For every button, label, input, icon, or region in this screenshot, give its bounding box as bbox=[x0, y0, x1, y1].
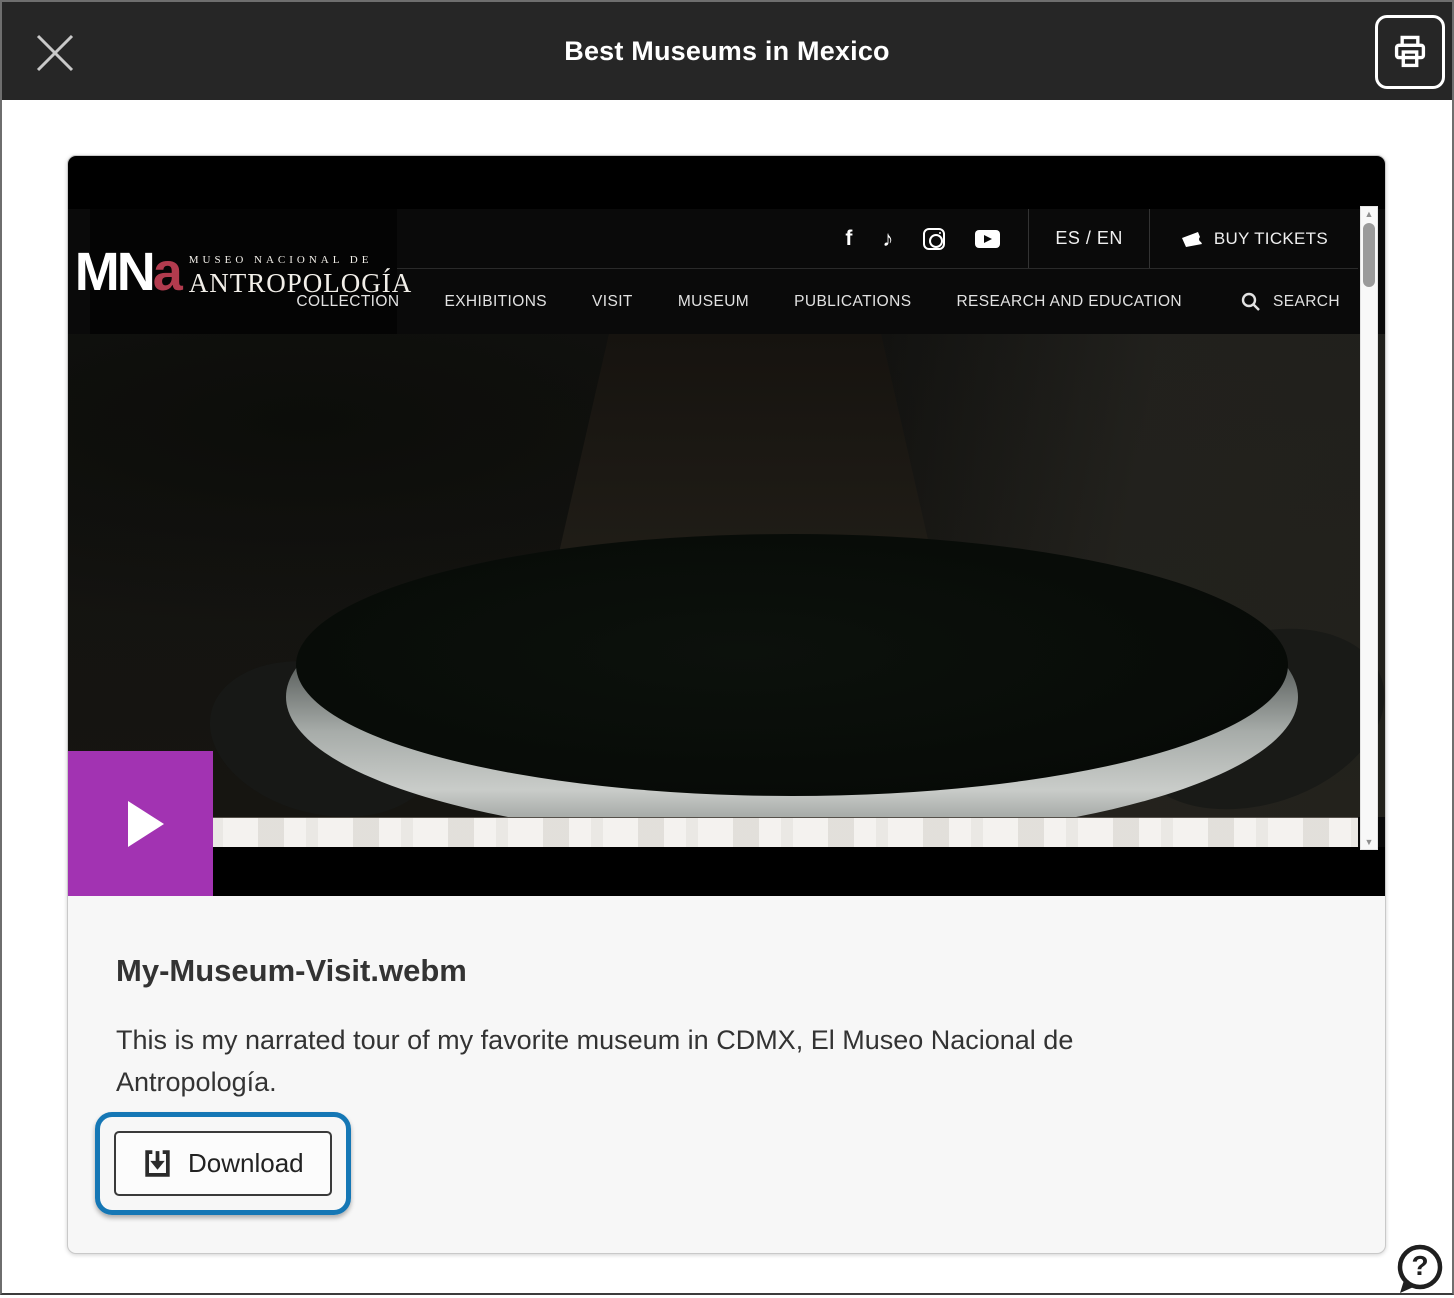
scroll-up-icon[interactable]: ▲ bbox=[1365, 207, 1374, 221]
scrollbar-thumb[interactable] bbox=[1363, 223, 1375, 287]
svg-text:?: ? bbox=[1411, 1250, 1428, 1281]
site-scrollbar[interactable]: ▲ ▼ bbox=[1360, 206, 1378, 850]
website-screenshot: MNa MUSEO NACIONAL DE ANTROPOLOGÍA f ♪ E… bbox=[68, 209, 1385, 847]
logo-mark: MNa bbox=[75, 245, 183, 299]
modal-title: Best Museums in Mexico bbox=[564, 36, 890, 67]
fountain-pond bbox=[296, 534, 1288, 796]
search-label: SEARCH bbox=[1273, 293, 1340, 311]
close-button[interactable] bbox=[32, 30, 78, 76]
museum-logo: MNa MUSEO NACIONAL DE ANTROPOLOGÍA bbox=[90, 209, 397, 334]
museum-courtyard-image bbox=[68, 334, 1385, 817]
download-icon bbox=[142, 1148, 173, 1179]
scroll-down-icon[interactable]: ▼ bbox=[1365, 835, 1374, 849]
modal-header: Best Museums in Mexico bbox=[2, 2, 1452, 100]
nav-item-collection[interactable]: COLLECTION bbox=[296, 293, 399, 311]
download-button[interactable]: Download bbox=[114, 1131, 332, 1196]
stone-column bbox=[556, 334, 934, 566]
site-utility-bar: f ♪ ES / EN BUY TICKETS bbox=[397, 209, 1358, 269]
site-footer-strip bbox=[68, 817, 1358, 847]
media-card: MNa MUSEO NACIONAL DE ANTROPOLOGÍA f ♪ E… bbox=[67, 155, 1386, 1254]
file-description: This is my narrated tour of my favorite … bbox=[116, 1019, 1166, 1103]
nav-item-visit[interactable]: VISIT bbox=[592, 293, 633, 311]
logo-line1: MUSEO NACIONAL DE bbox=[189, 254, 413, 266]
nav-item-publications[interactable]: PUBLICATIONS bbox=[794, 293, 911, 311]
download-label: Download bbox=[188, 1148, 304, 1179]
help-icon: ? bbox=[1392, 1241, 1446, 1295]
nav-item-exhibitions[interactable]: EXHIBITIONS bbox=[444, 293, 547, 311]
instagram-icon[interactable] bbox=[923, 228, 945, 250]
site-nav: COLLECTION EXHIBITIONS VISIT MUSEUM PUBL… bbox=[397, 269, 1358, 334]
file-name: My-Museum-Visit.webm bbox=[116, 953, 1337, 989]
file-info: My-Museum-Visit.webm This is my narrated… bbox=[68, 896, 1385, 1253]
help-button[interactable]: ? bbox=[1392, 1241, 1446, 1295]
buy-tickets-label: BUY TICKETS bbox=[1214, 229, 1328, 249]
logo-a: a bbox=[153, 242, 183, 302]
language-toggle[interactable]: ES / EN bbox=[1029, 209, 1149, 268]
social-links: f ♪ bbox=[817, 209, 1028, 268]
tiktok-icon[interactable]: ♪ bbox=[882, 226, 893, 252]
nav-item-museum[interactable]: MUSEUM bbox=[678, 293, 749, 311]
youtube-icon[interactable] bbox=[975, 230, 1000, 248]
video-preview[interactable]: MNa MUSEO NACIONAL DE ANTROPOLOGÍA f ♪ E… bbox=[68, 156, 1385, 896]
play-button[interactable] bbox=[68, 751, 213, 896]
facebook-icon[interactable]: f bbox=[845, 227, 852, 251]
ticket-icon bbox=[1180, 230, 1204, 248]
nav-item-research-education[interactable]: RESEARCH AND EDUCATION bbox=[956, 293, 1182, 311]
buy-tickets-link[interactable]: BUY TICKETS bbox=[1150, 209, 1358, 268]
site-search[interactable]: SEARCH bbox=[1241, 292, 1340, 312]
print-button[interactable] bbox=[1375, 15, 1445, 89]
search-icon bbox=[1241, 292, 1261, 312]
printer-icon bbox=[1391, 33, 1429, 71]
close-icon bbox=[32, 30, 78, 76]
download-callout-highlight: Download bbox=[95, 1112, 351, 1215]
video-letterbox bbox=[68, 849, 1385, 896]
play-icon bbox=[128, 801, 164, 847]
